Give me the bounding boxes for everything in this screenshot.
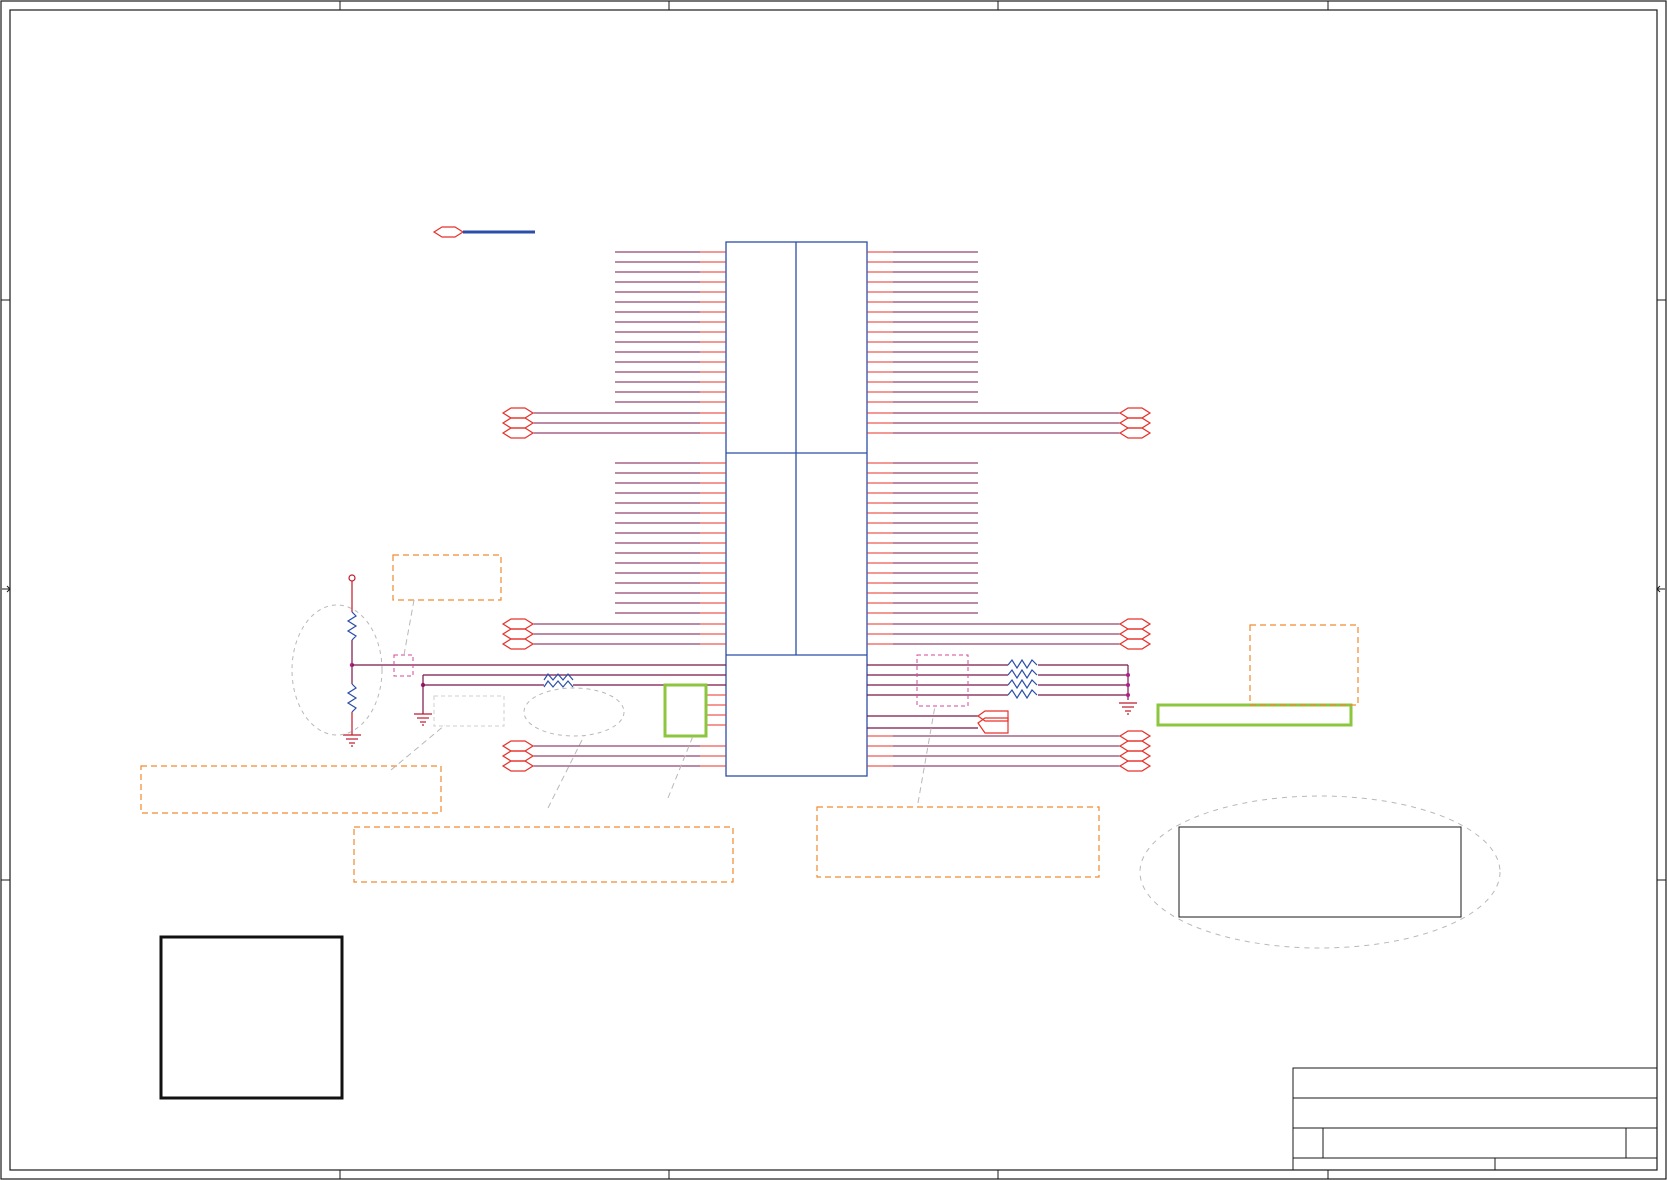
resistor-icon (346, 683, 358, 713)
hexagon-port-icon (501, 618, 535, 630)
hexagon-port-icon (501, 750, 535, 762)
annotation-boxes (140, 554, 1359, 883)
pullup-net (414, 672, 726, 737)
hexagon-port-icon (1118, 638, 1152, 650)
hexagon-port-icon (1118, 407, 1152, 419)
hexagon-port-icon (432, 226, 465, 238)
note-box (140, 765, 442, 814)
callout-box (1178, 826, 1462, 918)
schematic-sheet (0, 0, 1667, 1180)
off-page-ports (501, 407, 1152, 772)
empty-frame-box (159, 935, 344, 1100)
ic-component (725, 241, 868, 777)
hexagon-port-icon (501, 628, 535, 640)
hexagon-port-icon (1118, 618, 1152, 630)
highlight-box-connector (663, 683, 708, 738)
highlight-bar (1156, 703, 1353, 727)
hexagon-port-icon (1118, 730, 1152, 742)
callout-ellipse (1139, 795, 1501, 949)
hexagon-port-icon (501, 638, 535, 650)
note-box (392, 554, 502, 601)
hexagon-port-icon (977, 717, 1009, 734)
resistor-icon (543, 679, 574, 688)
hexagon-port-icon (1118, 417, 1152, 429)
resistor-icon (346, 611, 358, 641)
hexagon-port-icon (501, 427, 535, 439)
hexagon-port-icon (1118, 760, 1152, 772)
leader-lines (390, 599, 936, 809)
bus-port (432, 226, 535, 238)
ground-icon (343, 734, 361, 747)
hexagon-port-icon (501, 740, 535, 752)
hexagon-port-icon (1118, 740, 1152, 752)
power-pin-icon (348, 574, 356, 582)
hexagon-port-icon (501, 417, 535, 429)
ground-icon (414, 713, 432, 726)
ground-icon (1119, 702, 1137, 715)
sheet-frame (0, 0, 1667, 1180)
hexagon-port-icon (1118, 628, 1152, 640)
right-bottom-signals (867, 710, 1009, 734)
note-box (353, 826, 734, 883)
outer-border (0, 0, 1667, 1180)
left-divider-network (291, 574, 726, 747)
note-box (1249, 624, 1359, 706)
hexagon-port-icon (501, 760, 535, 772)
hexagon-port-icon (1118, 427, 1152, 439)
note-box (816, 806, 1100, 878)
title-block (1292, 1067, 1658, 1171)
inner-border (9, 9, 1658, 1171)
right-resistor-network (867, 654, 1137, 715)
resistor-icon (543, 672, 574, 681)
hexagon-port-icon (1118, 750, 1152, 762)
hexagon-port-icon (501, 407, 535, 419)
